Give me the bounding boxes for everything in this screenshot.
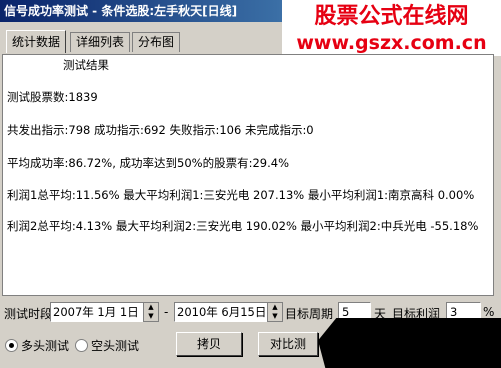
result-line-success-rate: 平均成功率:86.72%, 成功率达到50%的股票有:29.4% — [7, 156, 290, 170]
end-date-spinner[interactable]: ▲ ▼ — [267, 302, 283, 322]
result-line-signals: 共发出指示:798 成功指示:692 失败指示:106 未完成指示:0 — [7, 123, 314, 137]
watermark-line2: www.gszx.com.cn — [296, 32, 487, 54]
watermark-line1: 股票公式在线网 — [314, 4, 469, 29]
window-title: 信号成功率测试 - 条件选股:左手秋天[日线] — [4, 4, 238, 18]
result-line-stock-count: 测试股票数:1839 — [7, 90, 98, 104]
result-line-profit1: 利润1总平均:11.56% 最大平均利润1:三安光电 207.13% 最小平均利… — [7, 188, 475, 202]
results-title: 测试结果 — [63, 58, 109, 72]
watermark-logo: 股票公式在线网 www.gszx.com.cn — [282, 0, 501, 56]
short-test-radio[interactable] — [75, 339, 88, 352]
start-date-spinner[interactable]: ▲ ▼ — [143, 302, 159, 322]
occlusion-shape — [318, 318, 501, 368]
percent-sign: % — [483, 305, 495, 319]
target-period-label: 目标周期 — [285, 307, 334, 321]
tab-distribution[interactable]: 分布图 — [132, 32, 181, 52]
results-panel: 测试结果 测试股票数:1839 共发出指示:798 成功指示:692 失败指示:… — [2, 54, 494, 296]
end-date-field[interactable]: 2010年 6月15日 — [174, 302, 270, 322]
date-dash: - — [164, 305, 169, 319]
short-test-label[interactable]: 空头测试 — [91, 337, 139, 354]
long-test-label[interactable]: 多头测试 — [21, 337, 69, 354]
period-label: 测试时段 — [4, 307, 53, 321]
tab-detail-list[interactable]: 详细列表 — [70, 32, 131, 52]
compare-button[interactable]: 对比测 — [258, 332, 318, 356]
start-date-field[interactable]: 2007年 1月 1日 — [50, 302, 146, 322]
result-line-profit2: 利润2总平均:4.13% 最大平均利润2:三安光电 190.02% 最小平均利润… — [7, 219, 479, 233]
tab-statistics[interactable]: 统计数据 — [6, 30, 67, 53]
copy-button[interactable]: 拷贝 — [176, 332, 242, 356]
long-test-radio[interactable] — [5, 339, 18, 352]
